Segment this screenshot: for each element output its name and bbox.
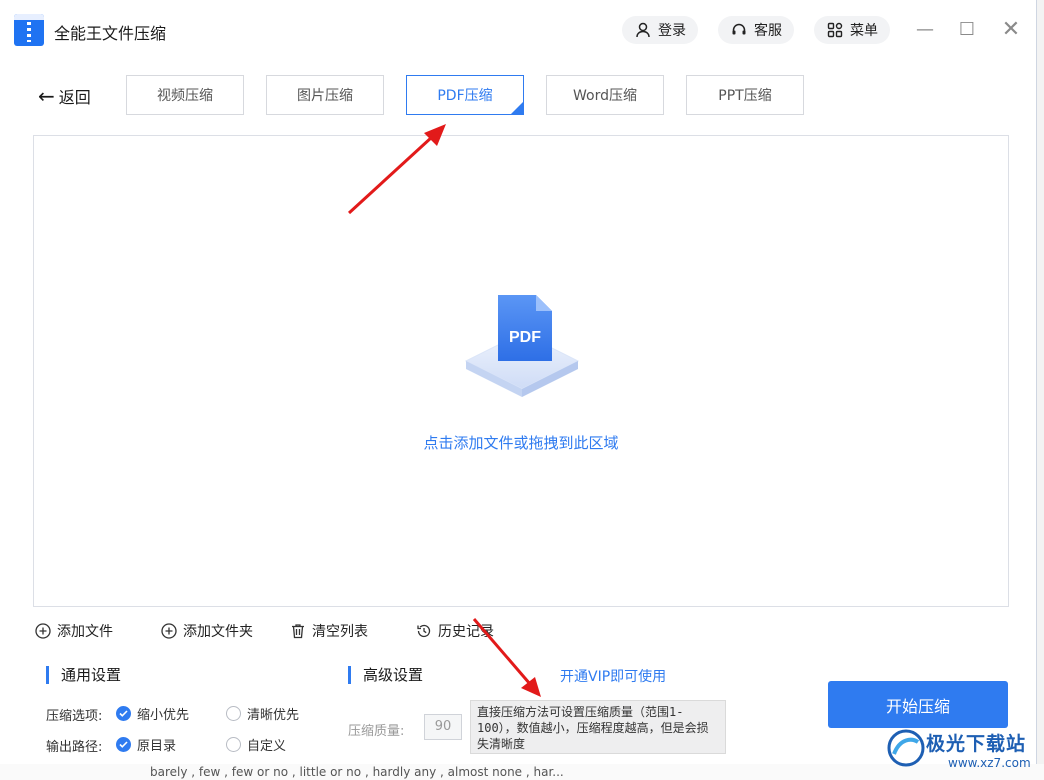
pdf-file-icon: PDF [464,295,580,397]
tab-label: 图片压缩 [297,88,353,104]
radio-label: 清晰优先 [247,708,300,723]
radio-empty-icon [226,706,241,721]
app-window: 全能王文件压缩 登录 客服 菜单 — ☐ ✕ ← 返回 视频压缩 图片压缩 PD… [0,0,1037,764]
clear-list-button[interactable]: 清空列表 [289,621,368,641]
radio-original-dir[interactable]: 原目录 [116,735,176,754]
close-icon[interactable]: ✕ [1000,19,1022,41]
tab-label: 视频压缩 [157,88,213,104]
tab-label: Word压缩 [573,88,637,104]
tab-pdf-compress[interactable]: PDF压缩 [406,75,524,115]
tab-ppt-compress[interactable]: PPT压缩 [686,75,804,115]
tab-image-compress[interactable]: 图片压缩 [266,75,384,115]
compress-option-label: 压缩选项: [46,709,103,724]
tab-word-compress[interactable]: Word压缩 [546,75,664,115]
user-icon [634,21,652,39]
back-button[interactable]: ← 返回 [38,84,91,108]
watermark-name: 极光下载站 [926,733,1027,755]
quality-input[interactable]: 90 [424,714,462,740]
title-bar: 全能王文件压缩 登录 客服 菜单 — ☐ ✕ [0,0,1036,58]
radio-custom-dir[interactable]: 自定义 [226,735,286,754]
drop-hint[interactable]: 点击添加文件或拖拽到此区域 [34,432,1008,453]
clear-list-label: 清空列表 [312,624,368,640]
radio-label: 原目录 [137,739,177,754]
background-window-edge [1036,0,1044,780]
site-watermark: 极光下载站 www.xz7.com [886,726,1036,772]
tab-label: PDF压缩 [437,88,493,104]
tab-video-compress[interactable]: 视频压缩 [126,75,244,115]
customer-service-button[interactable]: 客服 [718,16,794,44]
quality-label: 压缩质量: [348,724,405,739]
history-button[interactable]: 历史记录 [415,621,494,641]
check-circle-icon [116,737,131,752]
radio-empty-icon [226,737,241,752]
plus-circle-icon [34,622,52,640]
service-label: 客服 [754,23,782,39]
watermark-logo-icon [887,729,925,767]
login-button[interactable]: 登录 [622,16,698,44]
plus-circle-icon [160,622,178,640]
vip-link[interactable]: 开通VIP即可使用 [560,666,666,686]
check-circle-icon [116,706,131,721]
grid-menu-icon [826,21,844,39]
output-path-label: 输出路径: [46,740,103,755]
maximize-icon[interactable]: ☐ [956,20,978,40]
headset-icon [730,21,748,39]
start-compress-button[interactable]: 开始压缩 [828,681,1008,728]
general-settings-title: 通用设置 [46,666,121,684]
app-logo-icon [14,14,44,46]
radio-size-priority[interactable]: 缩小优先 [116,704,189,723]
add-folder-label: 添加文件夹 [183,624,253,640]
menu-button[interactable]: 菜单 [814,16,890,44]
history-label: 历史记录 [438,624,494,640]
minimize-icon[interactable]: — [914,20,936,40]
watermark-url: www.xz7.com [948,756,1031,770]
back-label: 返回 [58,88,91,107]
app-title: 全能王文件压缩 [54,24,167,43]
quality-tooltip: 直接压缩方法可设置压缩质量（范围1-100），数值越小，压缩程度越高，但是会损失… [470,700,726,754]
radio-clarity-priority[interactable]: 清晰优先 [226,704,299,723]
arrow-left-icon: ← [38,84,55,108]
menu-label: 菜单 [850,23,878,39]
pdf-icon-text: PDF [509,329,541,346]
trash-icon [289,622,307,640]
radio-label: 自定义 [247,739,287,754]
tab-label: PPT压缩 [718,88,772,104]
background-text: barely , few , few or no , little or no … [150,765,564,779]
add-file-button[interactable]: 添加文件 [34,621,113,641]
radio-label: 缩小优先 [137,708,190,723]
advanced-settings-title: 高级设置 [348,666,423,684]
add-folder-button[interactable]: 添加文件夹 [160,621,253,641]
history-clock-icon [415,622,433,640]
login-label: 登录 [658,23,686,39]
file-drop-area[interactable]: PDF 点击添加文件或拖拽到此区域 [33,135,1009,607]
add-file-label: 添加文件 [57,624,113,640]
